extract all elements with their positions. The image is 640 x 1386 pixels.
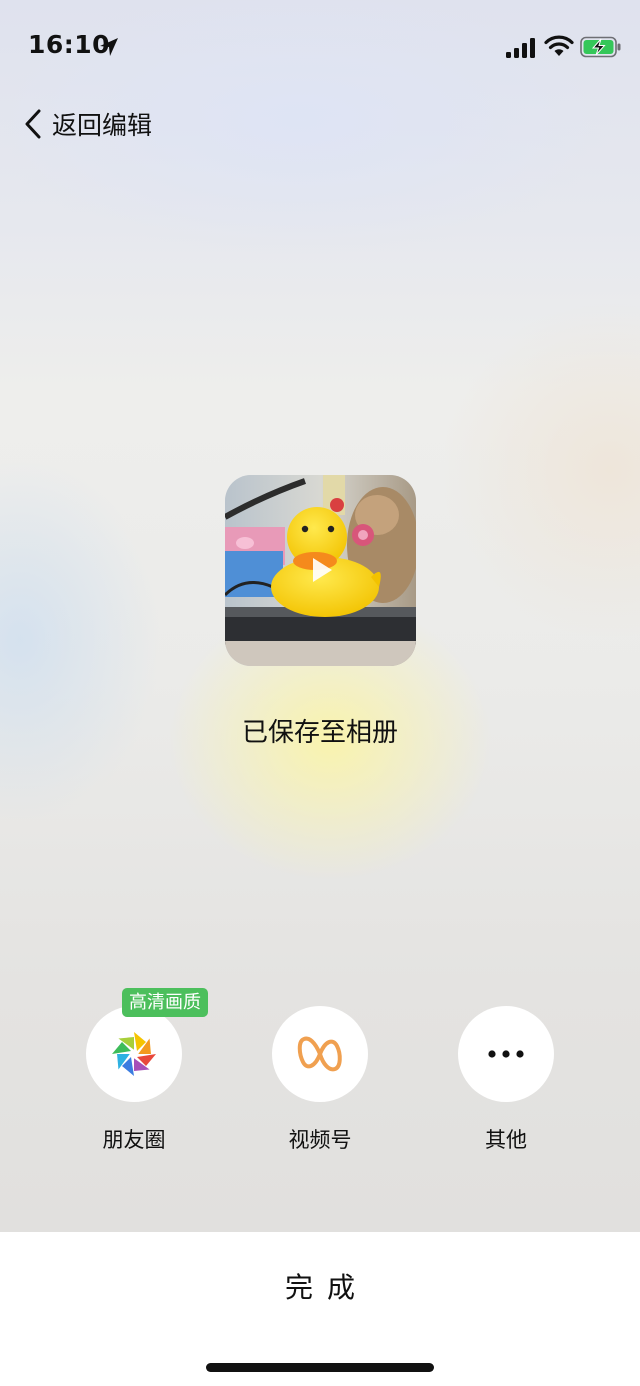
wifi-icon bbox=[544, 35, 574, 56]
more-dots-icon bbox=[488, 1050, 524, 1058]
back-to-edit-button[interactable]: 返回编辑 bbox=[22, 104, 152, 144]
battery-charging-icon bbox=[580, 36, 621, 58]
share-more-label: 其他 bbox=[485, 1128, 527, 1152]
chevron-left-icon bbox=[25, 109, 41, 139]
moments-circle bbox=[86, 1006, 182, 1102]
play-icon[interactable] bbox=[297, 547, 343, 593]
share-more-button[interactable]: 其他 bbox=[446, 1006, 566, 1154]
status-bar: 16:10 bbox=[0, 0, 640, 92]
hd-quality-badge: 高清画质 bbox=[122, 988, 208, 1017]
share-moments-button[interactable]: 朋友圈 bbox=[74, 1006, 194, 1154]
location-arrow-icon bbox=[100, 38, 118, 56]
channels-icon bbox=[297, 1036, 342, 1072]
share-channels-button[interactable]: 视频号 bbox=[260, 1006, 380, 1154]
saved-message: 已保存至相册 bbox=[241, 718, 398, 748]
channels-circle bbox=[272, 1006, 368, 1102]
bottom-sheet: 完成 bbox=[0, 1232, 640, 1386]
back-label: 返回编辑 bbox=[52, 111, 153, 140]
home-indicator[interactable] bbox=[206, 1363, 434, 1372]
moments-aperture-icon bbox=[112, 1032, 156, 1076]
cellular-signal-icon bbox=[506, 38, 535, 58]
more-circle bbox=[458, 1006, 554, 1102]
done-button[interactable]: 完成 bbox=[220, 1258, 420, 1314]
share-channels-label: 视频号 bbox=[288, 1128, 352, 1152]
share-moments-label: 朋友圈 bbox=[102, 1128, 166, 1152]
